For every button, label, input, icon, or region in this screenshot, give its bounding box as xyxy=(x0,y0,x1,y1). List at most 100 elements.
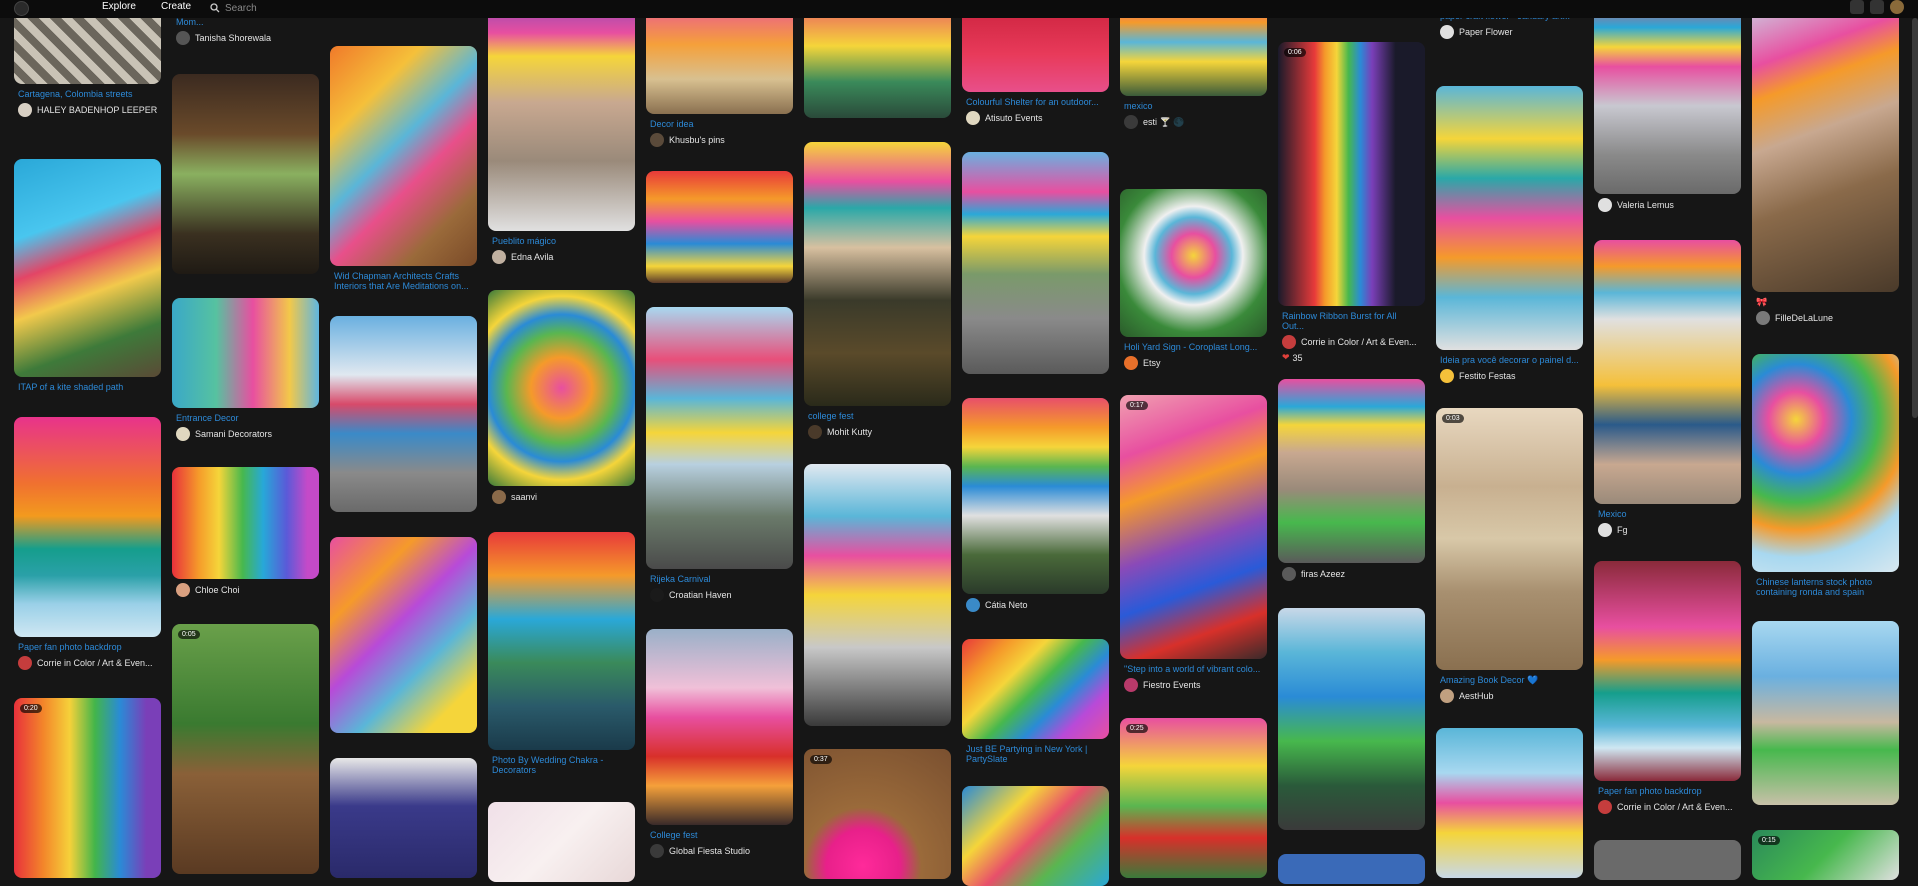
pin-image[interactable]: 0:05 xyxy=(172,624,319,874)
pin-image[interactable] xyxy=(962,398,1109,594)
pin-image[interactable] xyxy=(1752,0,1899,292)
pin-card[interactable] xyxy=(172,74,319,274)
pin-card[interactable] xyxy=(1278,608,1425,830)
pin-card[interactable]: 0:25 xyxy=(1120,718,1267,878)
pin-title[interactable]: Mom... xyxy=(176,17,315,27)
pin-title[interactable]: Rainbow Ribbon Burst for All Out... xyxy=(1282,311,1421,331)
pin-image[interactable] xyxy=(1436,728,1583,878)
messages-icon[interactable] xyxy=(1870,0,1884,14)
pin-author[interactable]: Mohit Kutty xyxy=(808,425,947,439)
pin-image[interactable] xyxy=(1594,0,1741,194)
pin-title[interactable]: ITAP of a kite shaded path xyxy=(18,382,157,392)
pin-image[interactable] xyxy=(962,786,1109,886)
pin-image[interactable] xyxy=(172,298,319,408)
pin-author[interactable]: Corrie in Color / Art & Even... xyxy=(1282,335,1421,349)
pin-image[interactable] xyxy=(488,0,635,231)
pin-card[interactable] xyxy=(330,758,477,878)
pin-card[interactable]: Just BE Partying in New York | PartySlat… xyxy=(962,639,1109,764)
pin-card[interactable]: 🎀 FilleDeLaLune xyxy=(1752,0,1899,325)
pin-image[interactable] xyxy=(646,307,793,569)
pin-image[interactable]: 0:15 xyxy=(1752,830,1899,880)
pin-image[interactable] xyxy=(804,142,951,406)
pin-card[interactable]: Cátia Neto xyxy=(962,398,1109,612)
pin-card[interactable] xyxy=(1594,840,1741,880)
pin-title[interactable]: Holi Yard Sign - Coroplast Long... xyxy=(1124,342,1263,352)
pin-card[interactable] xyxy=(1278,854,1425,884)
pin-image[interactable] xyxy=(804,464,951,726)
pin-author[interactable]: Samani Decorators xyxy=(176,427,315,441)
pin-card[interactable]: Holi Yard Sign - Coroplast Long... Etsy xyxy=(1120,189,1267,370)
pin-card[interactable] xyxy=(646,171,793,283)
pin-author[interactable]: Fiestro Events xyxy=(1124,678,1263,692)
pin-title[interactable]: Chinese lanterns stock photo containing … xyxy=(1756,577,1895,597)
profile-avatar[interactable] xyxy=(1890,0,1904,14)
pin-author[interactable]: Chloe Choi xyxy=(176,583,315,597)
pin-title[interactable]: Wid Chapman Architects Crafts Interiors … xyxy=(334,271,473,291)
pin-card[interactable]: 0:17 "Step into a world of vibrant colo..… xyxy=(1120,395,1267,692)
pin-image[interactable]: 0:03 xyxy=(1436,408,1583,670)
pin-image[interactable] xyxy=(1278,379,1425,563)
pin-image[interactable] xyxy=(488,532,635,750)
pin-card[interactable]: Decor idea Khusbu's pins xyxy=(646,0,793,147)
pin-title[interactable]: Pueblito mágico xyxy=(492,236,631,246)
pin-author[interactable]: HALEY BADENHOP LEEPER ... xyxy=(18,103,157,117)
nav-create[interactable]: Create xyxy=(161,1,191,12)
notifications-icon[interactable] xyxy=(1850,0,1864,14)
pin-author[interactable]: Corrie in Color / Art & Even... xyxy=(1598,800,1737,814)
pin-image[interactable] xyxy=(172,467,319,579)
pin-image[interactable] xyxy=(330,46,477,266)
pin-image[interactable] xyxy=(330,537,477,733)
pin-card[interactable]: 0:05 xyxy=(172,624,319,874)
pin-title[interactable]: college fest xyxy=(808,411,947,421)
pin-card[interactable] xyxy=(962,152,1109,374)
scrollbar[interactable] xyxy=(1912,18,1918,418)
pin-author[interactable]: Festito Festas xyxy=(1440,369,1579,383)
pin-card[interactable]: saanvi xyxy=(488,290,635,504)
pin-title[interactable]: Decor idea xyxy=(650,119,789,129)
pin-card[interactable]: Paper fan photo backdrop Corrie in Color … xyxy=(1594,561,1741,814)
search-bar[interactable]: Search xyxy=(210,1,1770,15)
pin-title[interactable]: Entrance Decor xyxy=(176,413,315,423)
pin-title[interactable]: Amazing Book Decor 💙 xyxy=(1440,675,1579,685)
pin-image[interactable]: 0:17 xyxy=(1120,395,1267,659)
pin-card[interactable] xyxy=(330,537,477,733)
pin-card[interactable]: Mexico Fg xyxy=(1594,240,1741,537)
pin-author[interactable]: FilleDeLaLune xyxy=(1756,311,1895,325)
pin-title[interactable]: Mexico xyxy=(1598,509,1737,519)
pin-card[interactable]: 0:06 Rainbow Ribbon Burst for All Out... C… xyxy=(1278,42,1425,363)
pin-author[interactable]: Atisuto Events xyxy=(966,111,1105,125)
pin-title[interactable]: "Step into a world of vibrant colo... xyxy=(1124,664,1263,674)
nav-explore[interactable]: Explore xyxy=(102,1,136,12)
pin-author[interactable]: Cátia Neto xyxy=(966,598,1105,612)
pin-title[interactable]: College fest xyxy=(650,830,789,840)
pin-card[interactable]: 0:03 Amazing Book Decor 💙 AestHub xyxy=(1436,408,1583,703)
pin-card[interactable]: Wid Chapman Architects Crafts Interiors … xyxy=(330,46,477,291)
pin-author[interactable]: Fg xyxy=(1598,523,1737,537)
pin-title[interactable]: Just BE Partying in New York | PartySlat… xyxy=(966,744,1105,764)
pin-card[interactable]: Colourful Shelter for an outdoor... Atisu… xyxy=(962,0,1109,125)
pin-image[interactable] xyxy=(1436,86,1583,350)
pin-image[interactable]: 0:37 xyxy=(804,749,951,879)
pin-title[interactable]: Cartagena, Colombia streets xyxy=(18,89,157,99)
pin-author[interactable]: esti 🍸 🌑 xyxy=(1124,115,1263,129)
pin-image[interactable] xyxy=(488,290,635,486)
pinterest-logo-icon[interactable] xyxy=(14,1,29,16)
pin-card[interactable] xyxy=(1436,728,1583,878)
pin-card[interactable]: ITAP of a kite shaded path xyxy=(14,159,161,392)
pin-card[interactable]: Chloe Choi xyxy=(172,467,319,597)
pin-image[interactable] xyxy=(646,629,793,825)
pin-title[interactable]: Photo By Wedding Chakra - Decorators xyxy=(492,755,631,775)
pin-author[interactable]: AestHub xyxy=(1440,689,1579,703)
pin-image[interactable]: 0:20 xyxy=(14,698,161,878)
pin-card[interactable]: 0:37 xyxy=(804,749,951,879)
pin-image[interactable] xyxy=(14,417,161,637)
pin-card[interactable] xyxy=(1752,621,1899,805)
pin-title[interactable]: 🎀 xyxy=(1756,297,1895,307)
pin-image[interactable] xyxy=(330,758,477,878)
pin-author[interactable]: saanvi xyxy=(492,490,631,504)
pin-image[interactable] xyxy=(1752,354,1899,572)
pin-card[interactable]: College fest Global Fiesta Studio xyxy=(646,629,793,858)
pin-image[interactable] xyxy=(1278,854,1425,884)
pin-image[interactable] xyxy=(962,639,1109,739)
pin-title[interactable]: Ideia pra você decorar o painel d... xyxy=(1440,355,1579,365)
